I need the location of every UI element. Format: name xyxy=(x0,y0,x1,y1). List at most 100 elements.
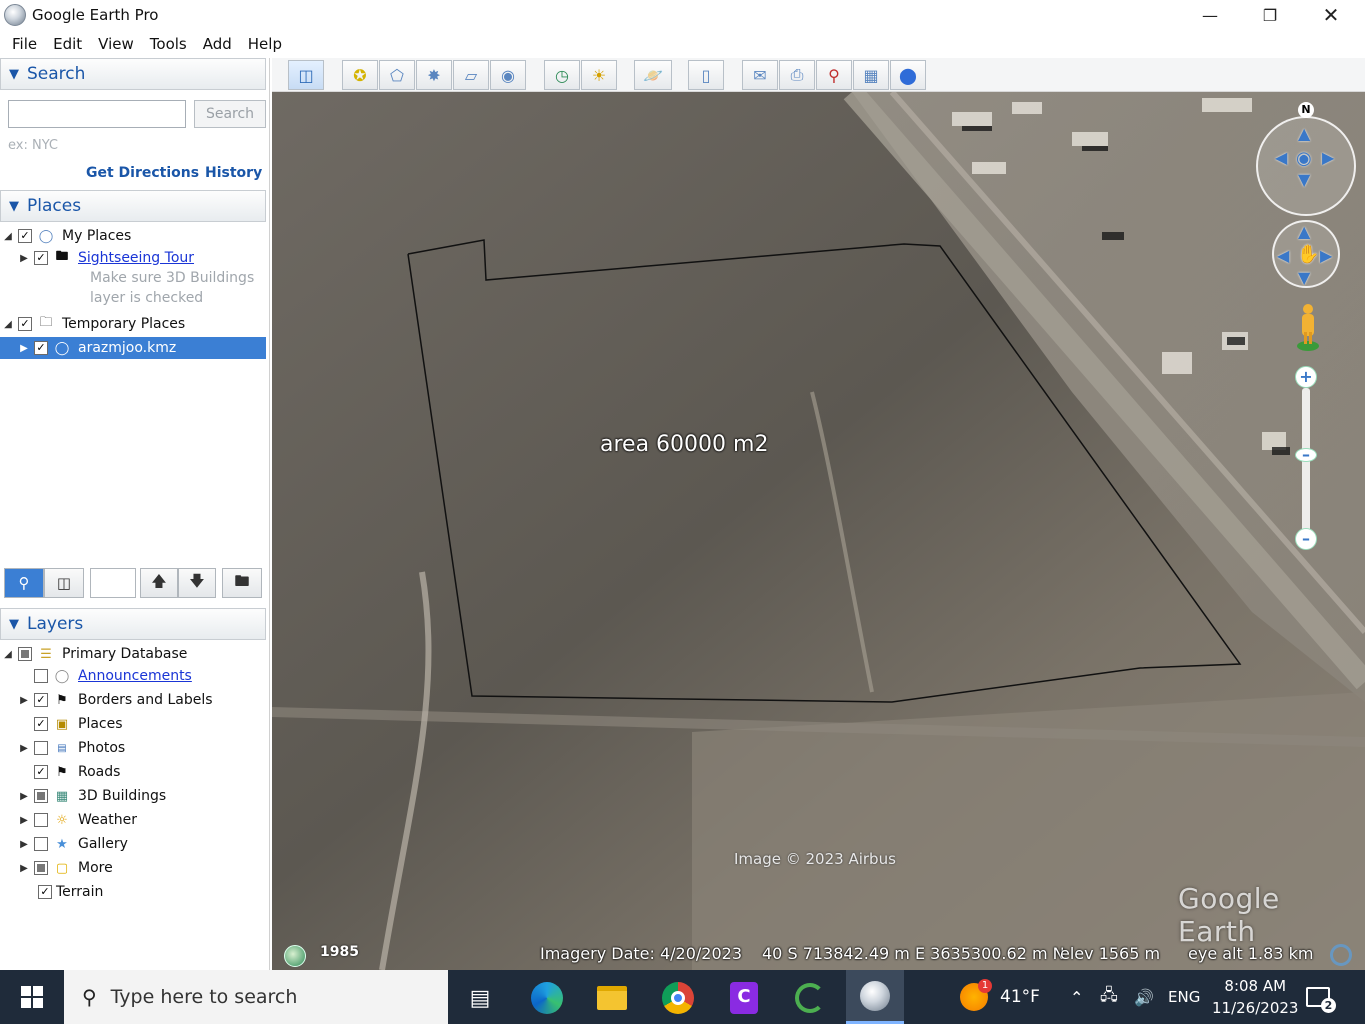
move-up-arrow-icon[interactable]: ▲ xyxy=(1298,222,1310,241)
checkbox[interactable]: ✓ xyxy=(18,317,32,331)
task-view-button[interactable]: ▤ xyxy=(460,978,500,1018)
look-right-arrow-icon[interactable]: ▶ xyxy=(1322,148,1334,167)
add-placemark-button[interactable]: ✪ xyxy=(342,60,378,90)
start-button[interactable] xyxy=(0,970,64,1024)
expand-arrow-icon[interactable]: ▶ xyxy=(18,343,30,354)
ruler-button[interactable]: ▯ xyxy=(688,60,724,90)
places-item-my-places[interactable]: ◢ ✓ ◯ My Places xyxy=(2,225,131,247)
layer-photos[interactable]: ▶ ▤ Photos xyxy=(18,737,125,759)
edge-button[interactable] xyxy=(527,978,567,1018)
expand-arrow-icon[interactable]: ▶ xyxy=(18,253,30,264)
move-right-arrow-icon[interactable]: ▶ xyxy=(1320,246,1332,265)
sunlight-button[interactable]: ☀ xyxy=(581,60,617,90)
zoom-in-button[interactable]: + xyxy=(1295,366,1317,388)
menu-help[interactable]: Help xyxy=(248,35,282,53)
add-polygon-button[interactable]: ⬠ xyxy=(379,60,415,90)
layer-label[interactable]: Announcements xyxy=(78,668,192,684)
checkbox[interactable] xyxy=(34,741,48,755)
layer-borders-and-labels[interactable]: ▶ ✓ ⚑ Borders and Labels xyxy=(18,689,212,711)
add-image-overlay-button[interactable]: ▱ xyxy=(453,60,489,90)
layer-announcements[interactable]: ◯ Announcements xyxy=(30,665,192,687)
expand-arrow-icon[interactable]: ▶ xyxy=(18,695,30,706)
menu-view[interactable]: View xyxy=(98,35,134,53)
layer-places[interactable]: ✓ ▣ Places xyxy=(30,713,123,735)
restore-button[interactable]: ❐ xyxy=(1240,0,1300,30)
checkbox[interactable]: ✓ xyxy=(34,765,48,779)
view-in-maps-button[interactable]: ⚲ xyxy=(816,60,852,90)
notifications-button[interactable]: 2 xyxy=(1306,970,1336,1024)
search-input[interactable] xyxy=(8,100,186,128)
clock[interactable]: 8:08 AM 11/26/2023 xyxy=(1212,970,1298,1024)
expand-arrow-icon[interactable]: ▶ xyxy=(18,839,30,850)
layer-gallery[interactable]: ▶ ★ Gallery xyxy=(18,833,128,855)
layer-3d-buildings[interactable]: ▶ ▦ 3D Buildings xyxy=(18,785,166,807)
minimize-button[interactable]: — xyxy=(1180,0,1240,30)
layer-roads[interactable]: ✓ ⚑ Roads xyxy=(30,761,120,783)
expand-arrow-icon[interactable]: ◢ xyxy=(2,649,14,660)
checkbox[interactable]: ✓ xyxy=(34,341,48,355)
menu-add[interactable]: Add xyxy=(203,35,232,53)
places-item-temporary-places[interactable]: ◢ ✓ 🗀 Temporary Places xyxy=(2,313,185,335)
hide-sidebar-button[interactable]: ◫ xyxy=(288,60,324,90)
layers-section-header[interactable]: ▼ Layers xyxy=(0,608,266,640)
checkbox[interactable]: ✓ xyxy=(34,251,48,265)
layer-more[interactable]: ▶ ▢ More xyxy=(18,857,113,879)
switch-planet-button[interactable]: 🪐 xyxy=(634,60,672,90)
file-explorer-button[interactable] xyxy=(592,978,632,1018)
close-button[interactable]: ✕ xyxy=(1301,0,1361,30)
expand-arrow-icon[interactable]: ▶ xyxy=(18,743,30,754)
google-earth-taskbar-button[interactable] xyxy=(846,970,904,1024)
layer-weather[interactable]: ▶ ☼ Weather xyxy=(18,809,137,831)
get-directions-link[interactable]: Get Directions xyxy=(86,165,199,181)
map-view[interactable]: area 60000 m2 Image © 2023 Airbus Google… xyxy=(272,92,1365,970)
expand-arrow-icon[interactable]: ◢ xyxy=(2,231,14,242)
places-section-header[interactable]: ▼ Places xyxy=(0,190,266,222)
menu-tools[interactable]: Tools xyxy=(150,35,187,53)
language-indicator[interactable]: ENG xyxy=(1168,970,1200,1024)
checkbox[interactable]: ✓ xyxy=(34,717,48,731)
save-image-button[interactable]: ▦ xyxy=(853,60,889,90)
history-link[interactable]: History xyxy=(205,165,262,181)
checkbox[interactable] xyxy=(34,861,48,875)
look-left-arrow-icon[interactable]: ◀ xyxy=(1275,148,1287,167)
north-indicator[interactable]: N xyxy=(1298,102,1314,118)
expand-arrow-icon[interactable]: ▶ xyxy=(18,815,30,826)
move-down-arrow-icon[interactable]: ▼ xyxy=(1298,268,1310,287)
expand-arrow-icon[interactable]: ▶ xyxy=(18,863,30,874)
move-down-button[interactable]: 🡇 xyxy=(178,568,216,598)
historical-imagery-button[interactable]: ◷ xyxy=(544,60,580,90)
look-down-arrow-icon[interactable]: ▼ xyxy=(1298,170,1310,189)
new-folder-button[interactable]: 🖿 xyxy=(222,568,262,598)
expand-arrow-icon[interactable]: ▶ xyxy=(18,791,30,802)
checkbox[interactable]: ✓ xyxy=(34,693,48,707)
view-in-earth-button[interactable]: ⬤ xyxy=(890,60,926,90)
move-up-button[interactable]: 🡅 xyxy=(140,568,178,598)
zoom-slider[interactable] xyxy=(1302,388,1310,548)
checkbox[interactable]: ✓ xyxy=(38,885,52,899)
volume-button[interactable]: 🔊 xyxy=(1134,970,1154,1024)
email-button[interactable]: ✉ xyxy=(742,60,778,90)
checkbox[interactable] xyxy=(34,669,48,683)
zoom-thumb[interactable]: – xyxy=(1295,447,1317,463)
print-button[interactable]: ⎙ xyxy=(779,60,815,90)
show-hidden-icons-button[interactable]: ⌃ xyxy=(1070,970,1083,1024)
history-year[interactable]: 1985 xyxy=(320,944,359,960)
toggle-panel-button[interactable]: ◫ xyxy=(44,568,84,598)
menu-edit[interactable]: Edit xyxy=(53,35,82,53)
add-path-button[interactable]: ✸ xyxy=(416,60,452,90)
move-left-arrow-icon[interactable]: ◀ xyxy=(1277,246,1289,265)
places-item-sightseeing-tour[interactable]: ▶ ✓ 🖿 Sightseeing Tour xyxy=(18,247,194,269)
layer-primary-database[interactable]: ◢ ☰ Primary Database xyxy=(2,643,187,665)
checkbox[interactable] xyxy=(34,813,48,827)
record-tour-button[interactable]: ◉ xyxy=(490,60,526,90)
places-filter-field[interactable] xyxy=(90,568,136,598)
green-app-button[interactable] xyxy=(790,978,830,1018)
places-item-label[interactable]: Sightseeing Tour xyxy=(78,250,194,266)
menu-file[interactable]: File xyxy=(12,35,37,53)
expand-arrow-icon[interactable]: ◢ xyxy=(2,319,14,330)
checkbox[interactable] xyxy=(18,647,32,661)
look-up-arrow-icon[interactable]: ▲ xyxy=(1298,124,1310,143)
search-places-button[interactable]: ⚲ xyxy=(4,568,44,598)
checkbox[interactable] xyxy=(34,789,48,803)
zoom-out-button[interactable]: – xyxy=(1295,528,1317,550)
